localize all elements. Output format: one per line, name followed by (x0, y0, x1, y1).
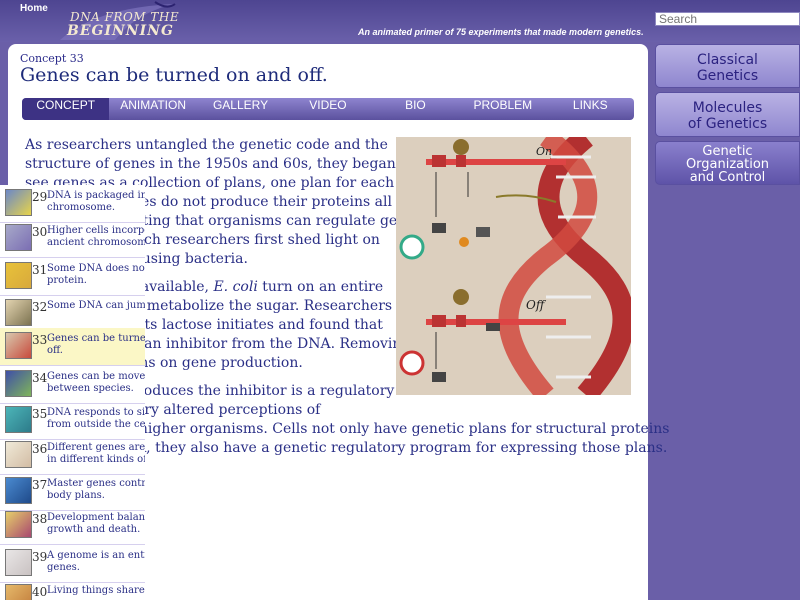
list-item-text: Some DNA does not en protein. (47, 263, 145, 286)
concept-list: 29 DNA is packaged in a chromosome. 30 H… (0, 185, 145, 600)
concept-29-thumbnail (5, 189, 32, 216)
concept-32-thumbnail (5, 299, 32, 326)
list-item-number: 31 (32, 263, 48, 277)
search-input[interactable] (655, 12, 800, 26)
list-item-37[interactable]: 37 Master genes control b body plans. (0, 473, 145, 511)
site-logo[interactable]: DNA FROM THE BEGINNING (55, 0, 185, 42)
list-item-text: A genome is an entire s genes. (47, 550, 145, 573)
concept-31-thumbnail (5, 262, 32, 289)
section-classical-line-2: Genetics (696, 68, 759, 84)
section-molecules-of-genetics[interactable]: Molecules of Genetics (655, 92, 800, 137)
home-link[interactable]: Home (20, 3, 48, 14)
concept-40-thumbnail (5, 584, 32, 600)
list-item-number: 29 (32, 190, 48, 204)
list-item-text: Some DNA can jump. (47, 300, 145, 311)
dna-helix-diagram: On Off (399, 128, 635, 403)
list-item-number: 32 (32, 300, 48, 314)
list-item-29[interactable]: 29 DNA is packaged in a chromosome. (0, 185, 145, 223)
gene-regulation-illustration: On Off (396, 128, 635, 403)
label-on: On (536, 145, 552, 158)
list-item-number: 35 (32, 407, 48, 421)
tab-concept[interactable]: CONCEPT (22, 98, 110, 120)
tab-problem[interactable]: PROBLEM (459, 98, 546, 120)
concept-36-thumbnail (5, 441, 32, 468)
concept-34-thumbnail (5, 370, 32, 397)
list-item-34[interactable]: 34 Genes can be moved between species. (0, 366, 145, 404)
list-item-number: 36 (32, 442, 48, 456)
section-molecules-line-2: of Genetics (687, 116, 768, 132)
tab-video[interactable]: VIDEO (284, 98, 371, 120)
list-item-33[interactable]: 33 Genes can be turned o off. (0, 328, 145, 366)
tab-bio[interactable]: BIO (372, 98, 459, 120)
section-organization-line-3: and Control (689, 170, 766, 185)
list-item-text: Higher cells incorporat ancient chromoso… (47, 225, 145, 248)
tab-bar: CONCEPT ANIMATION GALLERY VIDEO BIO PROB… (22, 98, 634, 120)
site-tagline: An animated primer of 75 experiments tha… (358, 27, 644, 37)
concept-38-thumbnail (5, 511, 32, 538)
list-item-38[interactable]: 38 Development balances growth and death… (0, 507, 145, 545)
list-item-number: 30 (32, 225, 48, 239)
page-title: Genes can be turned on and off. (20, 64, 328, 86)
section-classical-line-1: Classical (697, 52, 758, 68)
list-item-text: Genes can be turned o off. (47, 333, 145, 356)
list-item-30[interactable]: 30 Higher cells incorporat ancient chrom… (0, 220, 145, 258)
section-genetic-organization[interactable]: Genetic Organization and Control (655, 141, 800, 185)
dna-strand-on (426, 159, 566, 165)
logo-line-1: DNA FROM THE (70, 10, 180, 24)
list-item-39[interactable]: 39 A genome is an entire s genes. (0, 545, 145, 583)
concept-33-thumbnail (5, 332, 32, 359)
list-item-number: 33 (32, 333, 48, 347)
concept-30-thumbnail (5, 224, 32, 251)
list-item-number: 37 (32, 478, 48, 492)
list-item-text: DNA is packaged in a chromosome. (47, 190, 145, 213)
list-item-40[interactable]: 40 Living things share (0, 580, 145, 600)
list-item-number: 39 (32, 550, 48, 564)
list-item-text: Different genes are act in different kin… (47, 442, 145, 465)
tab-links[interactable]: LINKS (547, 98, 634, 120)
concept-35-thumbnail (5, 406, 32, 433)
list-item-text: DNA responds to signa from outside the c… (47, 407, 145, 430)
list-item-31[interactable]: 31 Some DNA does not en protein. (0, 258, 145, 296)
concept-sidebar: Classical Genetics Molecules of Genetics… (655, 42, 800, 600)
list-item-text: Genes can be moved between species. (47, 371, 145, 394)
list-item-number: 40 (32, 585, 48, 599)
concept-37-thumbnail (5, 477, 32, 504)
list-item-36[interactable]: 36 Different genes are act in different … (0, 437, 145, 475)
concept-39-thumbnail (5, 549, 32, 576)
logo-line-2: BEGINNING (67, 23, 174, 39)
list-item-text: Development balances growth and death. (47, 512, 145, 535)
section-classical-genetics[interactable]: Classical Genetics (655, 44, 800, 88)
section-molecules-line-1: Molecules (692, 100, 763, 116)
list-item-text: Living things share (47, 585, 145, 596)
tab-gallery[interactable]: GALLERY (197, 98, 284, 120)
list-item-number: 38 (32, 512, 48, 526)
list-item-number: 34 (32, 371, 48, 385)
tab-animation[interactable]: ANIMATION (109, 98, 196, 120)
list-item-text: Master genes control b body plans. (47, 478, 145, 501)
list-item-35[interactable]: 35 DNA responds to signa from outside th… (0, 402, 145, 440)
ecoli-term: E. coli (213, 279, 258, 295)
label-off: Off (526, 298, 547, 312)
